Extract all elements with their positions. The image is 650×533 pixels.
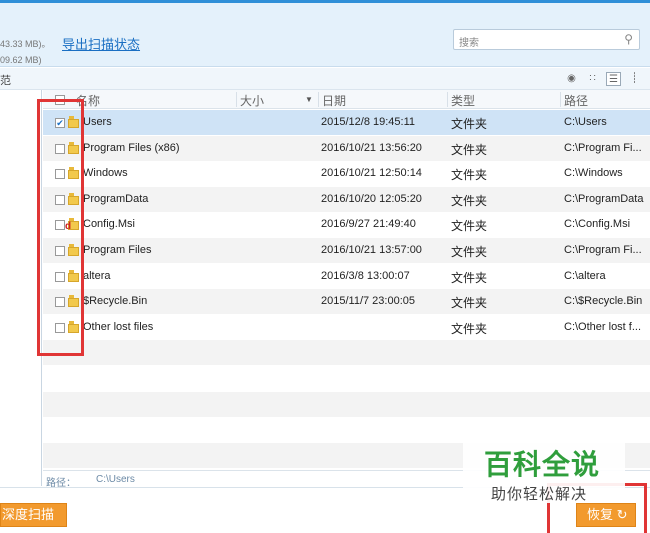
table-row[interactable]: Program Files 2016/10/21 13:57:00 文件夹 C:\Pr… [43, 238, 650, 263]
file-type: 文件夹 [451, 193, 488, 208]
file-date: 2016/10/20 12:05:20 [321, 192, 422, 205]
file-path: C:\Program Fi... [564, 141, 642, 154]
file-path: C:\Other lost f... [564, 320, 642, 333]
deep-scan-button[interactable]: 深度扫描 [0, 503, 67, 527]
table-row[interactable]: Windows 2016/10/21 12:50:14 文件夹 C:\Windows [43, 161, 650, 186]
header: 43.33 MB)。 09.62 MB) 导出扫描状态 搜索 ⚲ [0, 3, 650, 67]
file-list-header: 名称 大小 ▼ 日期 类型 路径 [43, 90, 650, 109]
table-row[interactable]: ✔ Users 2015/12/8 19:45:11 文件夹 C:\Users [43, 110, 650, 135]
file-path: C:\altera [564, 269, 606, 282]
file-type: 文件夹 [451, 142, 488, 157]
file-type: 文件夹 [451, 245, 488, 259]
empty-row [43, 391, 650, 417]
folder-tree-pane[interactable] [0, 90, 42, 486]
file-date: 2016/10/21 13:57:00 [321, 244, 422, 256]
file-name: Users [83, 116, 112, 128]
table-row[interactable]: ProgramData 2016/10/20 12:05:20 文件夹 C:\Prog… [43, 186, 650, 212]
file-path: C:\Users [564, 116, 607, 128]
file-name: Program Files (x86) [83, 141, 180, 154]
empty-row [43, 340, 650, 366]
watermark-title: 百科全说 [484, 449, 601, 480]
file-name: altera [83, 269, 111, 282]
file-path: C:\ProgramData [564, 192, 644, 205]
table-row[interactable]: altera 2016/3/8 13:00:07 文件夹 C:\altera [43, 264, 650, 289]
watermark: 百科全说 助你轻松解决 [463, 431, 625, 503]
table-row[interactable]: Other lost files 文件夹 C:\Other lost f... [43, 315, 650, 340]
table-row[interactable]: d Config.Msi 2016/9/27 21:49:40 文件夹 C:\Confi… [43, 212, 650, 237]
toolbar-clipped-label: 范 [0, 75, 11, 87]
scan-size-text: 43.33 MB)。 [0, 39, 51, 49]
preview-eye-icon[interactable]: ◉ [564, 72, 579, 86]
file-path: C:\Program Fi... [564, 244, 642, 256]
file-name: ProgramData [83, 192, 149, 205]
empty-row [43, 366, 650, 391]
table-row[interactable]: $Recycle.Bin 2015/11/7 23:00:05 文件夹 C:\$Rec… [43, 289, 650, 315]
file-type: 文件夹 [451, 296, 488, 311]
thumbnail-view-icon[interactable]: ∷ [585, 72, 600, 86]
file-date: 2016/9/27 21:49:40 [321, 218, 416, 231]
view-mode-buttons: ◉ ∷ ☰ ┊ [564, 72, 642, 86]
file-date: 2015/12/8 19:45:11 [321, 116, 415, 128]
file-date: 2016/10/21 13:56:20 [321, 141, 422, 154]
file-type: 文件夹 [451, 270, 488, 285]
list-view-icon[interactable]: ☰ [606, 72, 621, 86]
search-box[interactable]: 搜索 ⚲ [453, 29, 640, 50]
export-scan-status-link[interactable]: 导出扫描状态 [62, 34, 140, 53]
table-row[interactable]: Program Files (x86) 2016/10/21 13:56:20 文件… [43, 135, 650, 161]
column-size[interactable]: 大小 [236, 92, 264, 108]
file-date: 2016/3/8 13:00:07 [321, 269, 410, 282]
file-name: Other lost files [83, 320, 154, 333]
watermark-subtitle: 助你轻松解决 [491, 486, 588, 503]
file-name: Windows [83, 167, 128, 180]
file-name: Program Files [83, 244, 152, 256]
search-input[interactable]: 搜索 [459, 34, 479, 49]
sort-arrow-icon[interactable]: ▼ [305, 95, 313, 104]
detail-view-icon[interactable]: ┊ [627, 72, 642, 86]
file-name: Config.Msi [83, 218, 135, 231]
file-path: C:\Windows [564, 167, 623, 180]
checkbox-highlight-box [37, 99, 84, 356]
column-date[interactable]: 日期 [318, 92, 346, 108]
path-value: C:\Users [96, 474, 135, 485]
column-type[interactable]: 类型 [447, 92, 475, 108]
file-date: 2016/10/21 12:50:14 [321, 167, 422, 180]
file-list: 名称 大小 ▼ 日期 类型 路径 ✔ Users 2015/12/8 19:45:1… [43, 90, 650, 470]
file-date: 2015/11/7 23:00:05 [321, 295, 415, 308]
file-type: 文件夹 [451, 219, 488, 234]
file-type: 文件夹 [451, 117, 488, 131]
file-path: C:\Config.Msi [564, 218, 631, 231]
column-path[interactable]: 路径 [560, 92, 588, 108]
file-name: $Recycle.Bin [83, 295, 148, 308]
scan-size-text-2: 09.62 MB) [0, 55, 42, 65]
search-icon[interactable]: ⚲ [624, 32, 633, 46]
file-type: 文件夹 [451, 321, 488, 336]
file-type: 文件夹 [451, 168, 488, 183]
view-toolbar: 范 ◉ ∷ ☰ ┊ [0, 68, 650, 90]
file-path: C:\$Recycle.Bin [564, 295, 643, 308]
